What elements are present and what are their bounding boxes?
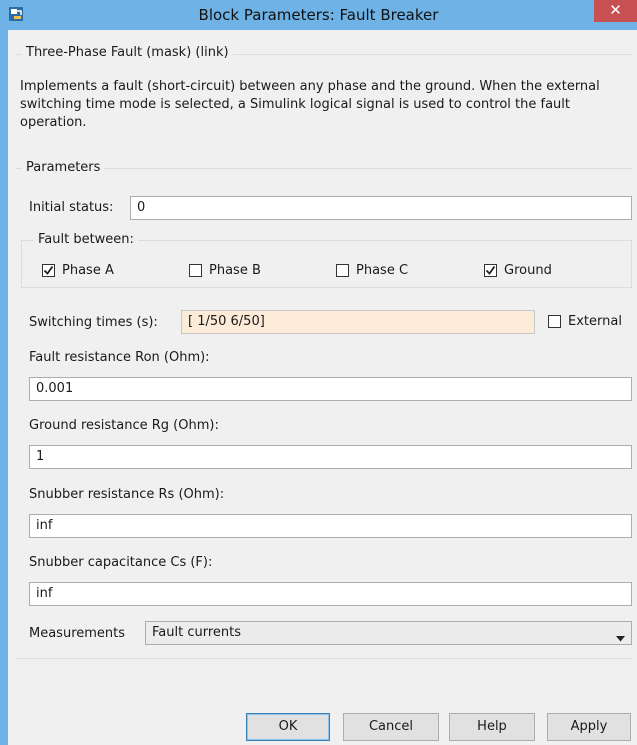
parameters-legend: Parameters	[22, 160, 105, 175]
switching-times-input[interactable]: [ 1/50 6/50]	[181, 310, 535, 334]
measurements-selected-value: Fault currents	[152, 625, 242, 640]
snubber-resistance-label: Snubber resistance Rs (Ohm):	[29, 487, 225, 502]
phase-c-label[interactable]: Phase C	[356, 263, 408, 278]
mask-legend: Three-Phase Fault (mask) (link)	[22, 45, 233, 60]
cancel-button[interactable]: Cancel	[343, 713, 439, 741]
initial-status-input[interactable]: 0	[130, 196, 632, 220]
dropdown-arrow-icon	[616, 631, 625, 646]
close-icon: ✕	[609, 1, 622, 19]
measurements-label: Measurements	[29, 626, 126, 641]
phase-a-checkbox[interactable]	[42, 264, 55, 277]
ground-label[interactable]: Ground	[504, 263, 552, 278]
external-checkbox[interactable]	[548, 315, 561, 328]
snubber-capacitance-input[interactable]: inf	[29, 582, 632, 606]
dialog-window: Block Parameters: Fault Breaker ✕ Three-…	[0, 0, 637, 745]
window-title: Block Parameters: Fault Breaker	[198, 6, 439, 24]
snubber-capacitance-label: Snubber capacitance Cs (F):	[29, 555, 213, 570]
close-button[interactable]: ✕	[594, 0, 637, 22]
ground-resistance-input[interactable]: 1	[29, 445, 632, 469]
help-button[interactable]: Help	[449, 713, 535, 741]
mask-description: Implements a fault (short-circuit) betwe…	[20, 79, 600, 130]
snubber-resistance-input[interactable]: inf	[29, 514, 632, 538]
fault-between-legend: Fault between:	[34, 232, 138, 247]
external-label[interactable]: External	[568, 314, 622, 329]
phase-b-checkbox[interactable]	[189, 264, 202, 277]
check-icon	[43, 265, 54, 275]
ok-button[interactable]: OK	[246, 713, 330, 741]
fault-resistance-input[interactable]: 0.001	[29, 377, 632, 401]
title-bar[interactable]: Block Parameters: Fault Breaker ✕	[0, 0, 637, 30]
ground-resistance-label: Ground resistance Rg (Ohm):	[29, 418, 219, 433]
switching-times-label: Switching times (s):	[29, 315, 158, 330]
phase-c-checkbox[interactable]	[336, 264, 349, 277]
initial-status-label: Initial status:	[29, 200, 114, 215]
phase-b-label[interactable]: Phase B	[209, 263, 261, 278]
check-icon	[485, 265, 496, 275]
phase-a-label[interactable]: Phase A	[62, 263, 114, 278]
apply-button[interactable]: Apply	[547, 713, 631, 741]
ground-checkbox[interactable]	[484, 264, 497, 277]
parameters-group-bottom	[16, 658, 632, 659]
fault-resistance-label: Fault resistance Ron (Ohm):	[29, 350, 210, 365]
measurements-dropdown[interactable]: Fault currents	[145, 621, 632, 645]
